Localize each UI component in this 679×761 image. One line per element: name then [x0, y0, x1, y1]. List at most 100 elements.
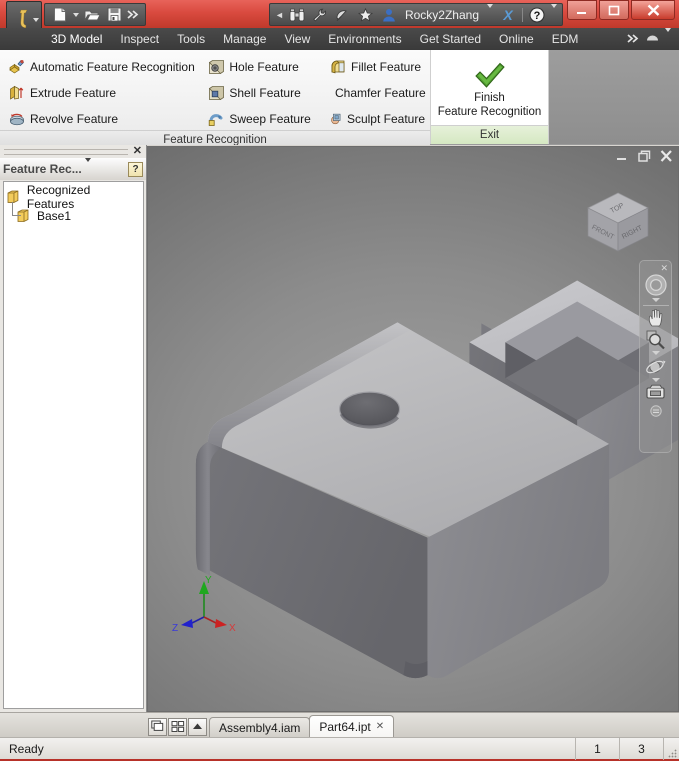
browser-drag-grip[interactable]: ✕ — [0, 145, 146, 158]
feature-tree[interactable]: Recognized Features Base1 — [3, 181, 144, 709]
sweep-feature-button[interactable]: Sweep Feature — [203, 107, 325, 130]
window-close-button[interactable] — [631, 0, 675, 20]
resize-grip[interactable] — [663, 737, 679, 760]
ribbon-minimize-icon — [647, 35, 658, 41]
orbit-dropdown[interactable] — [651, 378, 660, 382]
search-icon[interactable] — [287, 5, 307, 24]
open-folder-icon — [84, 10, 101, 22]
ribbon-minimize-dropdown[interactable] — [665, 28, 671, 46]
sculpt-feature-button[interactable]: Sculpt Feature — [325, 107, 430, 130]
hole-feature-button[interactable]: Hole Feature — [203, 55, 325, 78]
look-at-camera-icon — [645, 384, 665, 399]
svg-text:?: ? — [534, 10, 541, 22]
look-at-button[interactable] — [642, 383, 670, 401]
pan-button[interactable] — [642, 308, 670, 329]
autodesk-exchange-icon[interactable]: X — [498, 5, 518, 24]
wrench-icon[interactable] — [310, 5, 330, 24]
resize-grip-icon — [668, 748, 677, 758]
revolve-feature-button[interactable]: Revolve Feature — [4, 107, 203, 130]
minimize-icon — [617, 157, 626, 160]
browser-help-button[interactable]: ? — [128, 161, 143, 177]
help-dropdown[interactable] — [550, 3, 557, 22]
document-tab-part64[interactable]: Part64.ipt ✕ — [309, 715, 395, 737]
cascade-windows-button[interactable] — [148, 717, 167, 736]
scroll-tabs-up-button[interactable] — [188, 717, 207, 736]
window-maximize-button[interactable] — [599, 0, 629, 20]
browser-dropdown-button[interactable] — [84, 158, 91, 176]
tile-windows-button[interactable] — [168, 717, 187, 736]
button-label: Chamfer Feature — [335, 85, 426, 100]
new-document-icon — [54, 7, 66, 22]
satellite-dish-icon[interactable] — [333, 5, 353, 24]
ribbon-overflow-button[interactable] — [627, 32, 640, 46]
tab-inspect[interactable]: Inspect — [111, 30, 168, 48]
sculpt-icon — [331, 113, 341, 124]
mdi-close-button[interactable] — [660, 150, 673, 164]
window-minimize-button[interactable] — [567, 0, 597, 20]
tree-item-base1[interactable]: Base1 — [7, 202, 140, 225]
automatic-feature-recognition-button[interactable]: Automatic Feature Recognition — [4, 55, 203, 78]
collapse-arrow-icon[interactable]: ◄ — [275, 5, 284, 24]
axis-label-z: Z — [172, 623, 178, 633]
zoom-button[interactable] — [642, 329, 670, 350]
fillet-feature-button[interactable]: Fillet Feature — [325, 55, 430, 78]
auto-feature-icon — [9, 59, 25, 73]
tab-online[interactable]: Online — [490, 30, 543, 48]
tab-manage[interactable]: Manage — [214, 30, 275, 48]
view-cube[interactable]: TOP FRONT RIGHT — [582, 189, 654, 267]
shell-feature-button[interactable]: Shell Feature — [203, 81, 325, 104]
qat-more-button[interactable] — [125, 5, 141, 24]
finish-button-label-line1: Finish — [474, 91, 505, 104]
tab-strip-icons — [148, 716, 210, 737]
finish-feature-recognition-button[interactable]: Finish Feature Recognition — [431, 50, 548, 125]
navbar-close-button[interactable]: ✕ — [660, 264, 668, 273]
tab-edm[interactable]: EDM — [543, 30, 588, 48]
restore-icon — [638, 150, 651, 162]
button-label: Revolve Feature — [30, 111, 119, 126]
shell-icon — [209, 85, 225, 100]
fillet-icon — [331, 60, 345, 73]
tab-get-started[interactable]: Get Started — [411, 30, 490, 48]
user-avatar-icon[interactable] — [379, 5, 399, 24]
steering-wheel-dropdown[interactable] — [651, 298, 660, 302]
tab-view[interactable]: View — [275, 30, 319, 48]
finish-button-label-line2: Feature Recognition — [437, 105, 542, 118]
new-document-button[interactable] — [49, 5, 71, 24]
zoom-dropdown[interactable] — [651, 351, 660, 355]
app-button-dropdown[interactable] — [33, 18, 39, 22]
favorites-star-icon[interactable] — [356, 5, 376, 24]
tab-close-icon[interactable]: ✕ — [376, 721, 384, 732]
chamfer-feature-button[interactable]: Chamfer Feature — [325, 81, 430, 104]
tab-tools[interactable]: Tools — [168, 30, 214, 48]
mdi-restore-button[interactable] — [638, 150, 651, 164]
help-question-icon: ? — [529, 6, 545, 23]
inventor-logo-icon — [19, 9, 28, 28]
mdi-minimize-button[interactable] — [616, 151, 629, 164]
document-tab-assembly4[interactable]: Assembly4.iam — [209, 717, 311, 737]
status-cell-2: 3 — [619, 737, 663, 760]
open-document-button[interactable] — [81, 5, 103, 24]
orbit-icon — [645, 360, 665, 374]
orbit-button[interactable] — [642, 356, 670, 377]
model-browser-panel: ✕ Feature Rec... ? Recognized Features B… — [0, 145, 147, 712]
steering-wheel-button[interactable] — [642, 273, 670, 297]
navbar-options-button[interactable] — [642, 405, 670, 417]
extrude-feature-button[interactable]: Extrude Feature — [4, 81, 203, 104]
help-button[interactable]: ? — [527, 5, 547, 24]
work-area: ✕ Feature Rec... ? Recognized Features B… — [0, 145, 679, 712]
user-menu-dropdown[interactable] — [485, 3, 495, 22]
save-diskette-icon — [107, 7, 121, 22]
ribbon-minimize-button[interactable] — [645, 32, 660, 46]
tree-item-recognized-features[interactable]: Recognized Features — [7, 183, 140, 211]
application-window: PRO — [0, 0, 679, 761]
browser-close-button[interactable]: ✕ — [128, 146, 142, 157]
new-document-dropdown[interactable] — [71, 5, 81, 24]
username-label[interactable]: Rocky2Zhang — [402, 8, 482, 22]
graphics-window[interactable]: TOP FRONT RIGHT ✕ Y Z X — [147, 146, 679, 712]
save-document-button[interactable] — [103, 5, 125, 24]
document-tab-strip: Assembly4.iam Part64.ipt ✕ — [0, 712, 679, 737]
scroll-up-icon — [193, 723, 202, 729]
tab-3d-model[interactable]: 3D Model — [42, 30, 111, 48]
axis-label-y: Y — [205, 575, 212, 586]
tab-environments[interactable]: Environments — [319, 30, 410, 48]
